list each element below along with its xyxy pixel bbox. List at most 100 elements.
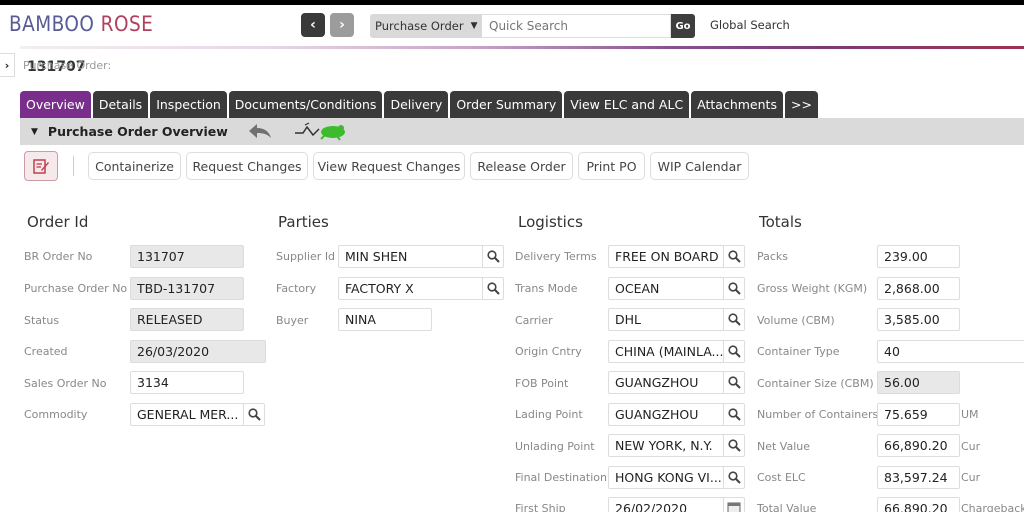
- tab-attachments[interactable]: Attachments: [691, 91, 783, 118]
- field-label: BR Order No: [24, 250, 93, 263]
- volume-input[interactable]: 3,585.00: [877, 308, 960, 331]
- final-destination-input[interactable]: HONG KONG VI...: [608, 466, 724, 489]
- fob-point-lookup-button[interactable]: [723, 371, 745, 394]
- commodity-input[interactable]: GENERAL MER...: [130, 403, 244, 426]
- field-label: Carrier: [515, 314, 553, 327]
- delivery-terms-lookup-button[interactable]: [723, 245, 745, 268]
- field-label: Final Destination: [515, 471, 607, 484]
- tab-order-summary[interactable]: Order Summary: [450, 91, 563, 118]
- edit-button[interactable]: [24, 151, 58, 181]
- gross-weight-input[interactable]: 2,868.00: [877, 277, 960, 300]
- cost-elc-input[interactable]: 83,597.24: [877, 466, 960, 489]
- search-icon: [247, 408, 261, 421]
- currency-label: Cur: [961, 440, 981, 453]
- field-label: Container Size (CBM): [757, 377, 874, 390]
- trans-mode-lookup-button[interactable]: [723, 277, 745, 300]
- field-label: FOB Point: [515, 377, 569, 390]
- quick-search-input[interactable]: [482, 14, 671, 38]
- page-title-label: Purchase Order:: [23, 59, 112, 72]
- field-label: Buyer: [276, 314, 309, 327]
- search-icon: [727, 376, 741, 389]
- tab-details[interactable]: Details: [92, 91, 149, 118]
- total-value-input[interactable]: 66,890.20: [877, 497, 960, 512]
- chevron-right-icon: ›: [4, 58, 10, 72]
- factory-input[interactable]: FACTORY X: [338, 277, 483, 300]
- edit-icon: [33, 159, 49, 174]
- field-label: Commodity: [24, 408, 88, 421]
- field-label: Unlading Point: [515, 440, 595, 453]
- net-value-input[interactable]: 66,890.20: [877, 434, 960, 457]
- bamboo-rose-logo[interactable]: BAMBOO ROSE: [9, 12, 153, 36]
- quick-search-type-value: Purchase Order: [375, 19, 464, 33]
- logo-text-bamboo: BAMBOO: [9, 12, 95, 36]
- frog-icon[interactable]: [293, 121, 349, 145]
- top-border: [0, 0, 1024, 5]
- quick-search-type-select[interactable]: Purchase Order ▼: [370, 14, 482, 38]
- request-changes-button[interactable]: Request Changes: [186, 152, 308, 180]
- sales-order-no-input[interactable]: 3134: [130, 371, 244, 394]
- nav-back-button[interactable]: ‹: [301, 13, 325, 37]
- tab-overview[interactable]: Overview: [20, 91, 91, 118]
- number-of-containers-input[interactable]: 75.659: [877, 403, 960, 426]
- chevron-right-icon: ›: [339, 17, 345, 33]
- chevron-left-icon: ‹: [310, 17, 316, 33]
- containerize-button[interactable]: Containerize: [88, 152, 181, 180]
- wip-calendar-button[interactable]: WIP Calendar: [650, 152, 749, 180]
- release-order-button[interactable]: Release Order: [470, 152, 573, 180]
- supplier-lookup-button[interactable]: [482, 245, 504, 268]
- field-label: Sales Order No: [24, 377, 107, 390]
- parties-heading: Parties: [278, 213, 329, 231]
- search-icon: [727, 250, 741, 263]
- buyer-input[interactable]: NINA: [338, 308, 432, 331]
- quick-search-go-button[interactable]: Go: [671, 14, 695, 38]
- page-title: Purchase Order: 131707: [23, 59, 111, 75]
- supplier-id-input[interactable]: MIN SHEN: [338, 245, 483, 268]
- field-label: Supplier Id: [276, 250, 336, 263]
- field-label: Volume (CBM): [757, 314, 835, 327]
- first-ship-calendar-button[interactable]: [723, 497, 745, 512]
- print-po-button[interactable]: Print PO: [578, 152, 645, 180]
- delivery-terms-input[interactable]: FREE ON BOARD: [608, 245, 724, 268]
- unlading-point-lookup-button[interactable]: [723, 434, 745, 457]
- logo-text-rose: ROSE: [100, 12, 154, 36]
- section-header: ▼ Purchase Order Overview: [20, 118, 1024, 145]
- field-label: Number of Containers: [757, 408, 879, 421]
- global-search-link[interactable]: Global Search: [710, 18, 790, 32]
- nav-forward-button[interactable]: ›: [330, 13, 354, 37]
- packs-input[interactable]: 239.00: [877, 245, 960, 268]
- first-ship-date-input[interactable]: 26/02/2020: [608, 497, 724, 512]
- factory-lookup-button[interactable]: [482, 277, 504, 300]
- collapse-caret-icon[interactable]: ▼: [31, 127, 38, 137]
- origin-country-lookup-button[interactable]: [723, 340, 745, 363]
- field-label: Status: [24, 314, 60, 327]
- lading-point-lookup-button[interactable]: [723, 403, 745, 426]
- view-request-changes-button[interactable]: View Request Changes: [313, 152, 465, 180]
- tab-inspection[interactable]: Inspection: [150, 91, 227, 118]
- calendar-icon: [727, 502, 741, 512]
- search-icon: [486, 282, 500, 295]
- tab-delivery[interactable]: Delivery: [384, 91, 449, 118]
- unlading-point-input[interactable]: NEW YORK, N.Y.: [608, 434, 724, 457]
- tab-view-elc-alc[interactable]: View ELC and ALC: [564, 91, 690, 118]
- fob-point-input[interactable]: GUANGZHOU: [608, 371, 724, 394]
- carrier-input[interactable]: DHL: [608, 308, 724, 331]
- field-label: Trans Mode: [515, 282, 578, 295]
- search-icon: [727, 408, 741, 421]
- search-icon: [727, 345, 741, 358]
- tab-documents-conditions[interactable]: Documents/Conditions: [228, 91, 383, 118]
- container-type-input[interactable]: 40: [877, 340, 1024, 363]
- tab-more[interactable]: >>: [784, 91, 818, 118]
- caret-down-icon: ▼: [470, 21, 478, 31]
- field-label: Cost ELC: [757, 471, 806, 484]
- origin-country-input[interactable]: CHINA (MAINLA...: [608, 340, 724, 363]
- commodity-lookup-button[interactable]: [243, 403, 265, 426]
- reply-back-icon[interactable]: [247, 122, 273, 144]
- search-icon: [727, 282, 741, 295]
- trans-mode-input[interactable]: OCEAN: [608, 277, 724, 300]
- lading-point-input[interactable]: GUANGZHOU: [608, 403, 724, 426]
- field-label: Total Value: [757, 502, 817, 512]
- sidebar-toggle-button[interactable]: ›: [0, 53, 15, 77]
- br-order-no-field: 131707: [130, 245, 244, 268]
- carrier-lookup-button[interactable]: [723, 308, 745, 331]
- final-destination-lookup-button[interactable]: [723, 466, 745, 489]
